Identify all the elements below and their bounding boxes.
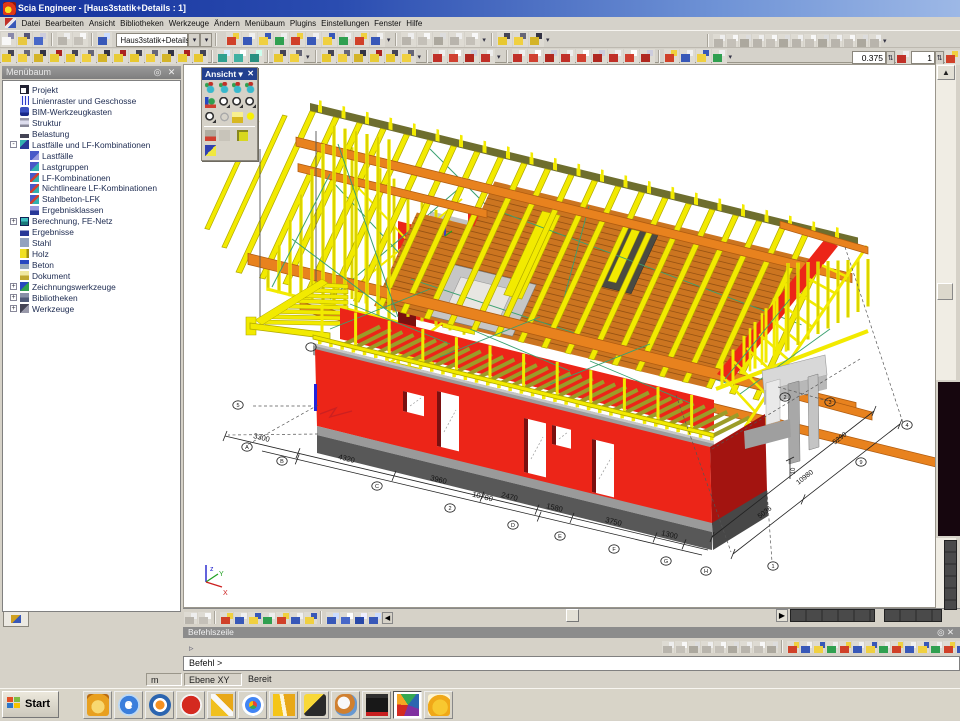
svg-text:D: D xyxy=(511,523,515,529)
svg-text:2: 2 xyxy=(448,506,451,512)
svg-text:G: G xyxy=(664,559,668,565)
svg-text:10980: 10980 xyxy=(795,469,815,487)
svg-text:4: 4 xyxy=(905,423,908,429)
svg-text:B: B xyxy=(280,459,284,465)
svg-text:2: 2 xyxy=(783,395,786,401)
svg-text:9: 9 xyxy=(859,460,862,466)
svg-text:1: 1 xyxy=(771,564,774,570)
svg-text:3: 3 xyxy=(828,400,831,406)
svg-text:5: 5 xyxy=(236,403,239,409)
svg-text:10: 10 xyxy=(791,467,797,474)
svg-text:E: E xyxy=(558,534,562,540)
svg-text:z: z xyxy=(210,566,214,573)
svg-text:Y: Y xyxy=(219,571,224,578)
svg-text:A: A xyxy=(245,445,249,451)
svg-text:X: X xyxy=(223,590,228,597)
svg-text:F: F xyxy=(612,547,616,553)
svg-text:H: H xyxy=(704,569,708,575)
svg-text:C: C xyxy=(375,484,379,490)
